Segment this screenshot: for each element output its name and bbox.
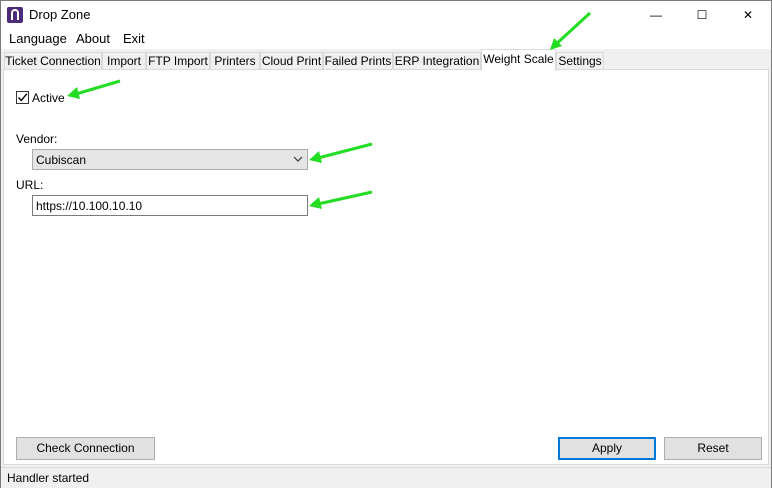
- menu-language[interactable]: Language: [9, 31, 67, 46]
- window-title: Drop Zone: [29, 7, 91, 22]
- close-button[interactable]: ✕: [725, 1, 771, 29]
- maximize-icon: ☐: [696, 8, 708, 22]
- menu-about[interactable]: About: [76, 31, 110, 46]
- status-bar: Handler started: [1, 467, 771, 488]
- close-icon: ✕: [742, 8, 754, 22]
- app-icon: [7, 7, 23, 23]
- minimize-button[interactable]: —: [633, 1, 679, 29]
- app-window: Drop Zone — ☐ ✕ Language About Exit Tick…: [0, 0, 772, 488]
- tab-weight-scale[interactable]: Weight Scale: [481, 49, 556, 71]
- tab-strip: Ticket Connection Import FTP Import Prin…: [1, 49, 771, 71]
- tab-erp-integration[interactable]: ERP Integration: [393, 52, 481, 69]
- active-label: Active: [32, 91, 65, 105]
- tab-cloud-print[interactable]: Cloud Print: [260, 52, 323, 69]
- status-text: Handler started: [7, 471, 90, 485]
- tab-ticket-connection[interactable]: Ticket Connection: [4, 52, 102, 69]
- url-label: URL:: [16, 178, 44, 192]
- vendor-label: Vendor:: [16, 132, 58, 146]
- tab-ftp-import[interactable]: FTP Import: [146, 52, 210, 69]
- chevron-down-icon: [293, 156, 303, 162]
- menu-exit[interactable]: Exit: [123, 31, 145, 46]
- minimize-icon: —: [650, 8, 662, 22]
- tab-import[interactable]: Import: [102, 52, 146, 69]
- active-checkbox[interactable]: [16, 91, 29, 104]
- url-input[interactable]: [32, 195, 308, 216]
- apply-button[interactable]: Apply: [558, 437, 656, 460]
- vendor-select-value: Cubiscan: [36, 153, 87, 167]
- reset-button[interactable]: Reset: [664, 437, 762, 460]
- maximize-button[interactable]: ☐: [679, 1, 725, 29]
- menu-bar: Language About Exit: [1, 29, 771, 49]
- tab-printers[interactable]: Printers: [210, 52, 260, 69]
- tab-failed-prints[interactable]: Failed Prints: [323, 52, 393, 69]
- tab-settings[interactable]: Settings: [556, 52, 604, 69]
- title-bar: Drop Zone — ☐ ✕: [1, 1, 771, 29]
- weight-scale-panel: Active Vendor: Cubiscan URL: Check Conne…: [3, 69, 769, 465]
- checkmark-icon: [17, 93, 28, 102]
- check-connection-button[interactable]: Check Connection: [16, 437, 155, 460]
- vendor-select[interactable]: Cubiscan: [32, 149, 308, 170]
